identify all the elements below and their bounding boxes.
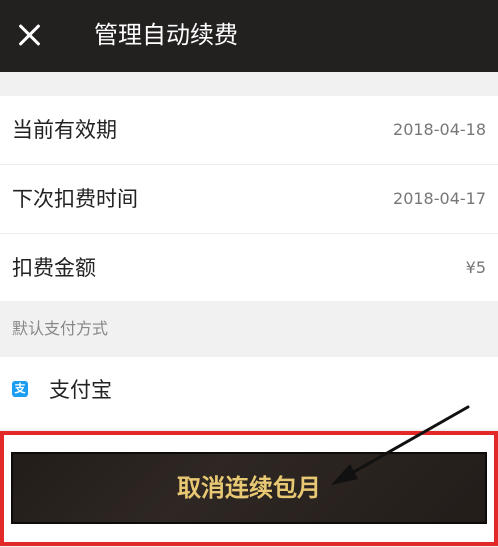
row-label: 当前有效期 [12, 118, 117, 142]
row-valid-until: 当前有效期 2018-04-18 [0, 96, 498, 165]
payment-section-label: 默认支付方式 [12, 319, 109, 338]
payment-section-header: 默认支付方式 [0, 301, 498, 357]
row-label: 下次扣费时间 [12, 187, 138, 211]
payment-method-label: 支付宝 [49, 378, 112, 402]
close-icon[interactable] [14, 20, 44, 50]
cancel-subscription-button[interactable]: 取消连续包月 [11, 452, 487, 524]
row-amount: 扣费金额 ¥5 [0, 234, 498, 303]
section-gap [0, 72, 498, 96]
alipay-icon: 支 [12, 381, 28, 397]
cancel-subscription-label: 取消连续包月 [177, 474, 321, 502]
row-value: 2018-04-17 [393, 189, 486, 208]
row-next-charge: 下次扣费时间 2018-04-17 [0, 165, 498, 234]
page-title: 管理自动续费 [94, 21, 238, 49]
row-value: ¥5 [465, 258, 486, 277]
row-label: 扣费金额 [12, 256, 96, 280]
row-value: 2018-04-18 [393, 120, 486, 139]
app-header: 管理自动续费 [0, 0, 498, 72]
